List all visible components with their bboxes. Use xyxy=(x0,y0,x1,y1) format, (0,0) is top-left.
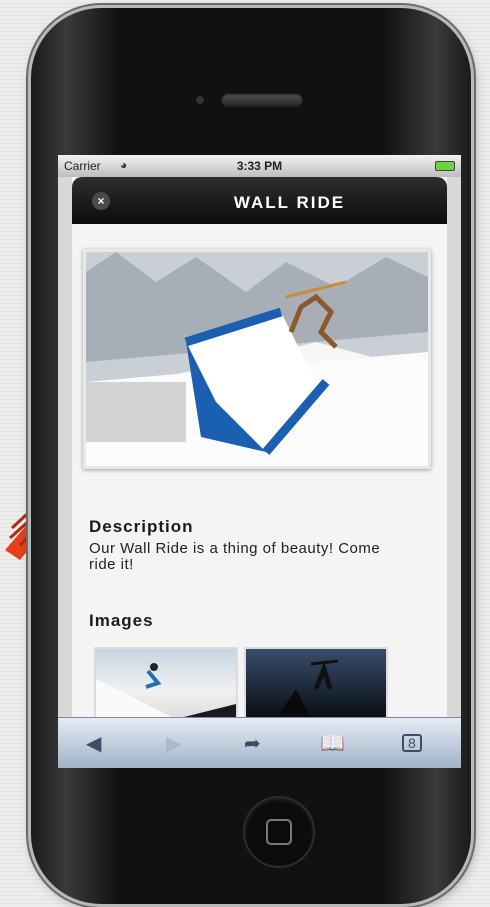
title-bar: × WALL RIDE xyxy=(72,177,447,224)
battery-icon xyxy=(435,161,455,171)
earpiece-speaker xyxy=(221,93,303,107)
wall-ride-illustration xyxy=(86,252,428,466)
safari-toolbar: ◀ ▶ ➦ 📖 8 xyxy=(58,717,461,768)
home-square-icon xyxy=(266,819,292,845)
snowboarder-photo-1 xyxy=(96,663,236,719)
snowboarder-photo-2 xyxy=(276,659,339,719)
description-heading: Description xyxy=(89,517,194,536)
hero-image-wall-ride xyxy=(83,249,431,469)
images-heading: Images xyxy=(89,611,154,630)
back-arrow-icon[interactable]: ◀ xyxy=(86,731,101,756)
tabs-icon[interactable]: 8 xyxy=(402,734,422,752)
home-button[interactable] xyxy=(243,796,315,868)
detail-panel: × WALL RIDE Description Our Wall Ride is… xyxy=(72,177,447,721)
page-title: WALL RIDE xyxy=(233,193,346,212)
gallery-thumbnail-2[interactable] xyxy=(244,647,388,721)
status-time: 3:33 PM xyxy=(236,159,283,173)
gallery-thumbnail-1[interactable] xyxy=(94,647,238,721)
description-text: Our Wall Ride is a thing of beauty! Come… xyxy=(89,540,381,573)
forward-arrow-icon[interactable]: ▶ xyxy=(166,731,181,756)
front-camera xyxy=(196,96,204,104)
status-bar: Carrier ◕ 3:33 PM xyxy=(58,155,461,177)
bookmarks-icon[interactable]: 📖 xyxy=(320,731,345,756)
share-icon[interactable]: ➦ xyxy=(244,731,261,756)
phone-screen: Carrier ◕ 3:33 PM × WALL RIDE Descriptio… xyxy=(58,155,461,768)
